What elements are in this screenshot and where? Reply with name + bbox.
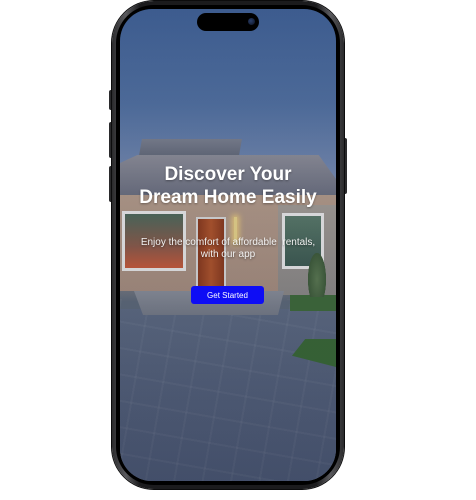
onboarding-subtitle: Enjoy the comfort of affordable rentals,… bbox=[120, 237, 336, 261]
front-camera-icon bbox=[248, 18, 255, 25]
get-started-button[interactable]: Get Started bbox=[191, 286, 264, 304]
mockup-stage: Discover Your Dream Home Easily Enjoy th… bbox=[0, 0, 476, 500]
headline-line-2: Dream Home Easily bbox=[139, 187, 317, 208]
headline-line-1: Discover Your bbox=[164, 164, 292, 185]
subtitle-line-1: Enjoy the comfort of affordable rentals, bbox=[140, 237, 316, 248]
onboarding-headline: Discover Your Dream Home Easily bbox=[120, 163, 336, 209]
subtitle-line-2: with our app bbox=[200, 249, 256, 260]
